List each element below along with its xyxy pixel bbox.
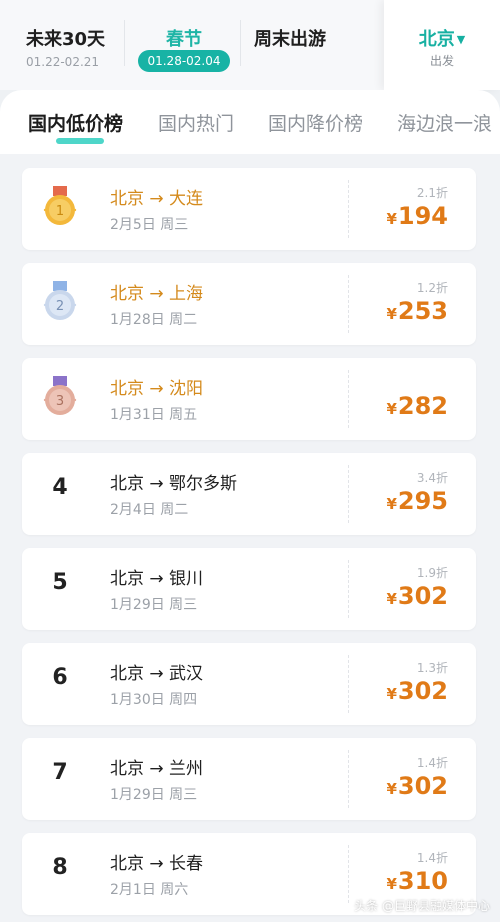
price: ¥194 [386,202,448,230]
price: ¥282 [386,392,448,420]
list-item[interactable]: 2 北京 → 上海 1月28日 周二 1.2折 ¥253 [22,263,476,345]
departure-date: 2月1日 周六 [110,882,189,898]
divider [348,560,349,618]
date-range-sub: 01.22-02.21 [26,55,100,69]
date-range-title: 周末出游 [254,29,326,50]
route: 北京 → 银川 [110,569,204,589]
ranking-panel: 国内低价榜 国内热门 国内降价榜 海边浪一浪 1 北京 → 大连 2月5日 周三… [0,90,500,922]
tab-domestic-price-drop[interactable]: 国内降价榜 [268,109,363,136]
ranking-list: 1 北京 → 大连 2月5日 周三 2.1折 ¥194 2 北京 → 上海 1月… [0,154,500,922]
divider [348,750,349,808]
date-range-bar: 未来30天 01.22-02.21 春节 01.28-02.04 周末出游 北京… [0,0,500,90]
discount: 2.1折 [416,186,448,200]
divider [348,180,349,238]
svg-text:1: 1 [56,204,64,219]
departure-city-selector[interactable]: 北京 ▼ 出发 [384,0,500,90]
route: 北京 → 鄂尔多斯 [110,474,238,494]
divider [240,20,241,66]
gold-medal-icon: 1 [43,186,77,225]
divider [348,275,349,333]
price-value: 302 [397,677,448,705]
price-value: 194 [397,202,448,230]
route: 北京 → 大连 [110,189,204,209]
date-range-weekend-trip[interactable]: 周末出游 [254,0,354,90]
rank-number: 8 [52,855,68,880]
price: ¥310 [386,867,448,895]
svg-text:2: 2 [56,299,64,314]
list-item[interactable]: 7 北京 → 兰州 1月29日 周三 1.4折 ¥302 [22,738,476,820]
list-item[interactable]: 3 北京 → 沈阳 1月31日 周五 ¥282 [22,358,476,440]
discount: 1.4折 [416,756,448,770]
price: ¥253 [386,297,448,325]
departure-date: 1月30日 周四 [110,692,198,708]
rank-number: 4 [52,475,68,500]
route: 北京 → 长春 [110,854,204,874]
tab-domestic-low-price[interactable]: 国内低价榜 [28,109,123,136]
currency-symbol: ¥ [386,495,397,513]
rank-number: 6 [52,665,68,690]
currency-symbol: ¥ [386,780,397,798]
departure-label: 出发 [429,54,454,68]
currency-symbol: ¥ [386,210,397,228]
route: 北京 → 武汉 [110,664,204,684]
price: ¥302 [386,772,448,800]
price-value: 302 [397,772,448,800]
price-value: 295 [397,487,448,515]
discount: 1.3折 [416,661,448,675]
list-item[interactable]: 6 北京 → 武汉 1月30日 周四 1.3折 ¥302 [22,643,476,725]
date-range-title: 春节 [166,29,202,50]
route: 北京 → 沈阳 [110,379,204,399]
price-value: 310 [397,867,448,895]
price: ¥295 [386,487,448,515]
departure-city: 北京 ▼ [384,25,500,51]
divider [348,465,349,523]
date-range-next-30-days[interactable]: 未来30天 01.22-02.21 [26,0,126,90]
currency-symbol: ¥ [386,305,397,323]
departure-date: 1月29日 周三 [110,787,198,803]
bronze-medal-icon: 3 [43,376,77,415]
currency-symbol: ¥ [386,400,397,418]
svg-text:3: 3 [56,394,64,409]
silver-medal-icon: 2 [43,281,77,320]
price-value: 282 [397,392,448,420]
price-value: 253 [397,297,448,325]
tab-seaside[interactable]: 海边浪一浪 [397,109,492,136]
ranking-tabs: 国内低价榜 国内热门 国内降价榜 海边浪一浪 [0,90,500,154]
discount: 3.4折 [416,471,448,485]
currency-symbol: ¥ [386,875,397,893]
divider [348,370,349,428]
tab-domestic-popular[interactable]: 国内热门 [158,109,234,136]
discount: 1.4折 [416,851,448,865]
discount: 1.9折 [416,566,448,580]
divider [124,20,125,66]
discount: 1.2折 [416,281,448,295]
list-item[interactable]: 4 北京 → 鄂尔多斯 2月4日 周二 3.4折 ¥295 [22,453,476,535]
divider [348,845,349,903]
route: 北京 → 兰州 [110,759,204,779]
departure-date: 2月4日 周二 [110,502,189,518]
divider [348,655,349,713]
price-value: 302 [397,582,448,610]
rank-number: 7 [52,760,68,785]
date-range-spring-festival[interactable]: 春节 01.28-02.04 [136,0,232,90]
watermark: 头条 @巨野县融媒体中心 [354,899,490,913]
date-range-title: 未来30天 [26,29,106,50]
list-item[interactable]: 1 北京 → 大连 2月5日 周三 2.1折 ¥194 [22,168,476,250]
list-item[interactable]: 5 北京 → 银川 1月29日 周三 1.9折 ¥302 [22,548,476,630]
caret-down-icon: ▼ [456,33,466,46]
route: 北京 → 上海 [110,284,204,304]
rank-number: 5 [52,570,68,595]
currency-symbol: ¥ [386,685,397,703]
price: ¥302 [386,582,448,610]
active-tab-indicator [56,138,104,144]
departure-date: 1月29日 周三 [110,597,198,613]
date-range-badge: 01.28-02.04 [138,50,230,72]
currency-symbol: ¥ [386,590,397,608]
departure-city-name: 北京 [418,29,455,50]
departure-date: 1月31日 周五 [110,407,198,423]
departure-date: 1月28日 周二 [110,312,198,328]
price: ¥302 [386,677,448,705]
departure-date: 2月5日 周三 [110,217,189,233]
